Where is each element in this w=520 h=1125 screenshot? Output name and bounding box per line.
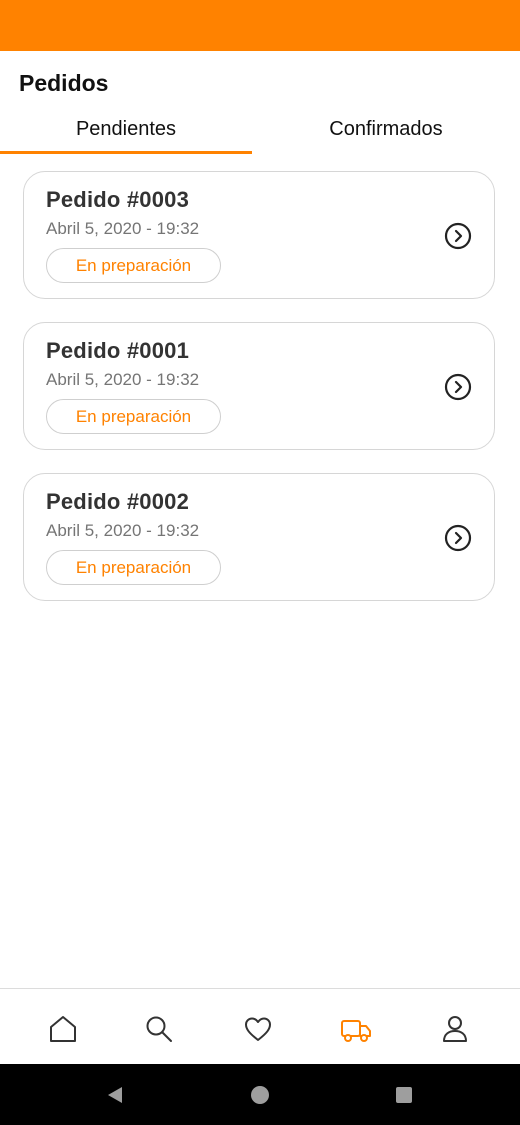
- tab-label: Pendientes: [75, 118, 177, 140]
- tab-confirmados[interactable]: Confirmados: [260, 110, 512, 154]
- chevron-right-circle-icon[interactable]: [444, 373, 472, 401]
- back-icon[interactable]: [104, 1084, 126, 1106]
- order-card[interactable]: Pedido #0003 Abril 5, 2020 - 19:32 En pr…: [23, 171, 495, 299]
- status-bar: [0, 0, 520, 51]
- search-icon: [146, 1016, 172, 1042]
- nav-profile[interactable]: [439, 1013, 471, 1045]
- bottom-navigation: [0, 988, 520, 1064]
- home-icon: [50, 1016, 76, 1042]
- status-badge: En preparación: [46, 399, 221, 434]
- order-card[interactable]: Pedido #0001 Abril 5, 2020 - 19:32 En pr…: [23, 322, 495, 450]
- order-tabs: Pendientes Confirmados: [0, 110, 520, 154]
- order-card[interactable]: Pedido #0002 Abril 5, 2020 - 19:32 En pr…: [23, 473, 495, 601]
- heart-icon: [245, 1017, 271, 1041]
- system-navigation-bar: [0, 1064, 520, 1125]
- order-title: Pedido #0002: [46, 489, 190, 514]
- order-date: Abril 5, 2020 - 19:32: [46, 521, 200, 540]
- recents-icon[interactable]: [393, 1084, 415, 1106]
- order-list: Pedido #0003 Abril 5, 2020 - 19:32 En pr…: [23, 171, 495, 624]
- nav-favorites[interactable]: [242, 1013, 274, 1045]
- nav-home[interactable]: [47, 1013, 79, 1045]
- chevron-right-circle-icon[interactable]: [444, 222, 472, 250]
- order-title: Pedido #0003: [46, 187, 190, 212]
- user-icon: [443, 1016, 467, 1042]
- tab-pendientes[interactable]: Pendientes: [0, 110, 252, 154]
- active-tab-indicator: [0, 151, 252, 154]
- tab-label: Confirmados: [329, 118, 443, 140]
- status-badge: En preparación: [46, 550, 221, 585]
- status-badge: En preparación: [46, 248, 221, 283]
- page-title: Pedidos: [19, 70, 109, 96]
- order-date: Abril 5, 2020 - 19:32: [46, 219, 200, 238]
- truck-icon: [341, 1020, 371, 1042]
- order-date: Abril 5, 2020 - 19:32: [46, 370, 200, 389]
- app-screen: Pedidos Pendientes Confirmados Pedido #0…: [0, 0, 520, 1125]
- nav-search[interactable]: [143, 1013, 175, 1045]
- nav-orders[interactable]: [340, 1013, 372, 1045]
- order-title: Pedido #0001: [46, 338, 190, 363]
- chevron-right-circle-icon[interactable]: [444, 524, 472, 552]
- home-circle-icon[interactable]: [249, 1084, 271, 1106]
